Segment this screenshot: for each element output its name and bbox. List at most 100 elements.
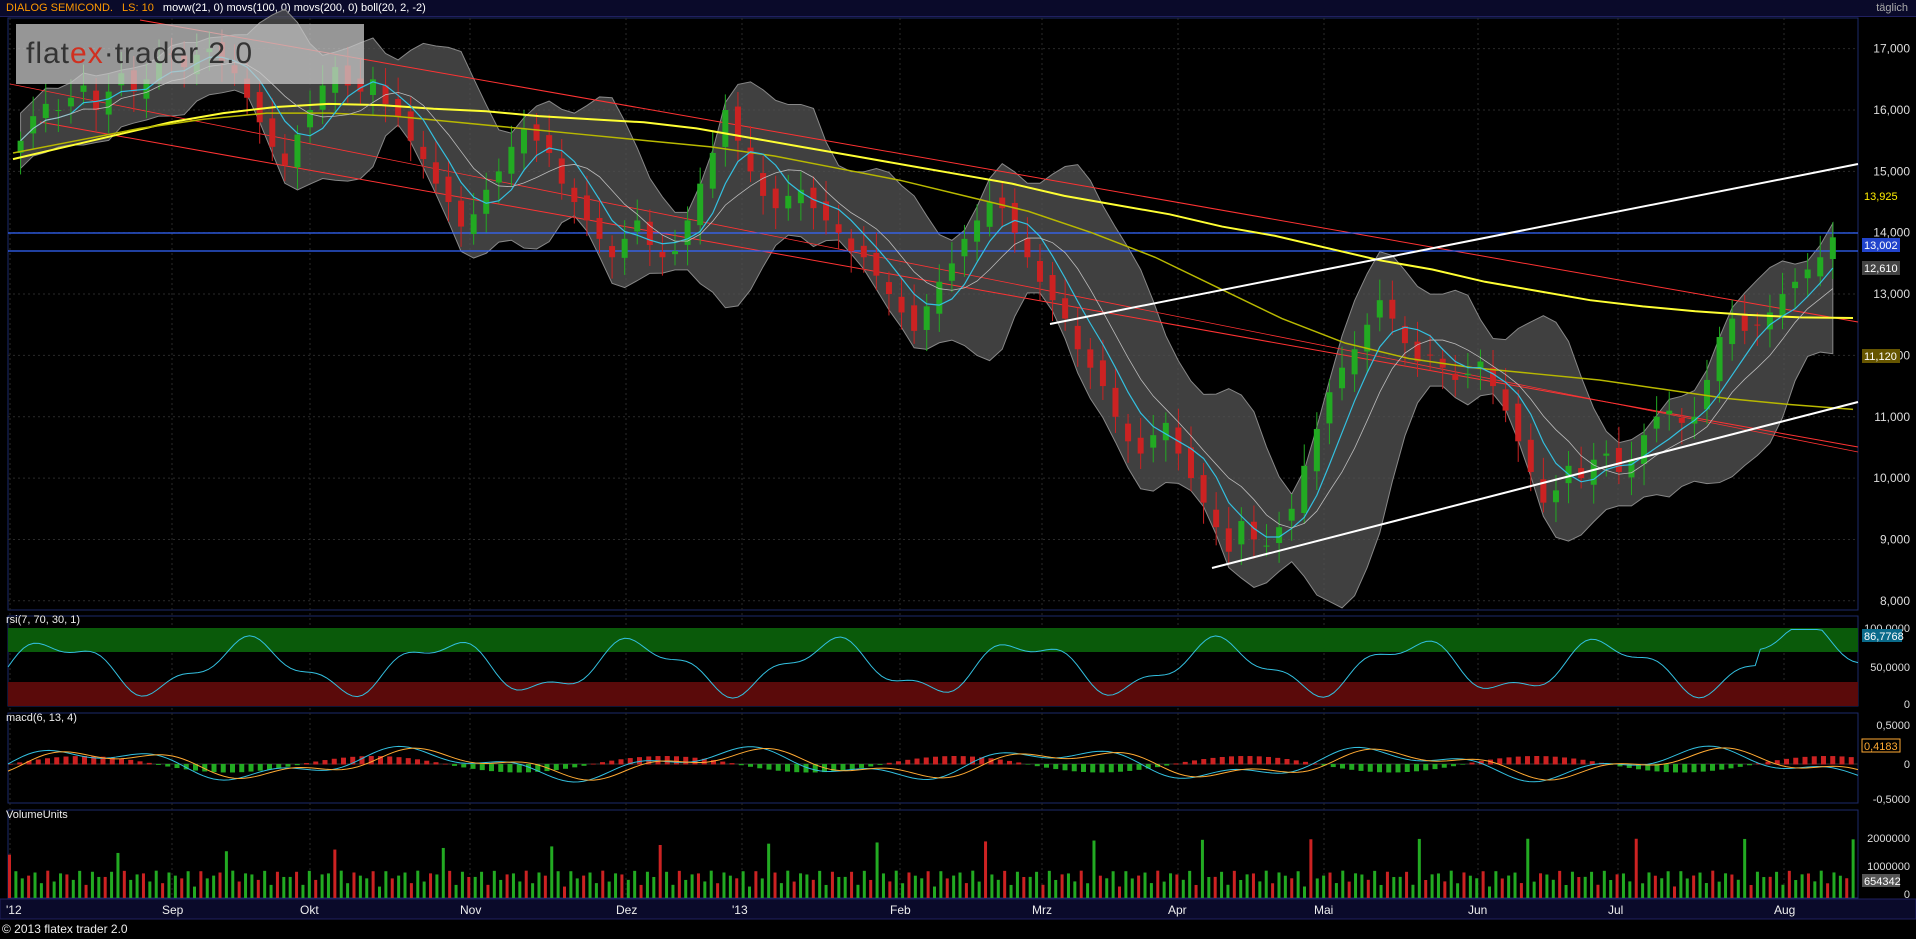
rsi-zero-tick: 0 bbox=[1904, 699, 1910, 711]
macd-hist-bar bbox=[1108, 764, 1114, 773]
volume-bar bbox=[913, 875, 917, 898]
volume-bar bbox=[1149, 883, 1153, 898]
volume-bar bbox=[1411, 884, 1415, 898]
volume-bar bbox=[275, 871, 279, 898]
macd-hist-bar bbox=[572, 764, 578, 768]
candle-body bbox=[609, 246, 616, 258]
volume-bar bbox=[1653, 875, 1657, 898]
candle-body bbox=[835, 224, 842, 233]
volume-bar bbox=[645, 871, 649, 898]
macd-hist-bar bbox=[1090, 764, 1096, 773]
volume-bar bbox=[409, 883, 413, 898]
volume-bar bbox=[1519, 883, 1523, 898]
volume-bar bbox=[1749, 885, 1753, 898]
candle-body bbox=[1641, 435, 1648, 464]
volume-bar bbox=[569, 871, 573, 898]
price-chart-svg[interactable]: '12 Sep Okt Nov Dez '13 Feb Mrz Apr Mai Jun Jul Aug 1… bbox=[0, 0, 1916, 920]
macd-hist-bar bbox=[1118, 764, 1123, 772]
macd-hist-bar bbox=[341, 757, 346, 765]
volume-bar bbox=[1398, 876, 1402, 898]
macd-hist-bar bbox=[785, 764, 790, 772]
price-tick-label: 15,000 bbox=[1873, 164, 1910, 178]
volume-bar bbox=[1360, 874, 1364, 898]
volume-bar bbox=[1596, 884, 1600, 898]
candle-body bbox=[986, 202, 993, 227]
candle-body bbox=[1074, 325, 1081, 350]
volume-bar bbox=[1539, 873, 1543, 898]
macd-hist-bar bbox=[1386, 764, 1392, 773]
volume-bar bbox=[818, 870, 822, 898]
candle-body bbox=[948, 263, 955, 281]
macd-hist-bar bbox=[729, 763, 735, 765]
macd-hist-bar bbox=[600, 762, 605, 765]
macd-hist-bar bbox=[664, 756, 670, 765]
candle-body bbox=[1829, 237, 1836, 260]
macd-hist-bar bbox=[877, 764, 883, 765]
candle-body bbox=[885, 282, 892, 295]
candle-body bbox=[634, 220, 641, 232]
candle-body bbox=[709, 152, 716, 189]
macd-hist-bar bbox=[1247, 756, 1253, 765]
volume-bar bbox=[1851, 839, 1855, 898]
volume-bar bbox=[1424, 879, 1428, 898]
volume-bar bbox=[958, 872, 962, 898]
volume-bar bbox=[1137, 875, 1141, 898]
macd-hist-bar bbox=[1469, 762, 1475, 765]
macd-hist-bar bbox=[1830, 756, 1836, 765]
volume-bar bbox=[1354, 873, 1358, 898]
candle-body bbox=[520, 128, 527, 154]
macd-hist-bar bbox=[1848, 757, 1854, 765]
volume-bar bbox=[1685, 878, 1689, 898]
macd-hist-bar bbox=[1534, 756, 1540, 765]
volume-bar bbox=[1826, 883, 1830, 898]
macd-hist-bar bbox=[1747, 764, 1752, 766]
candle-body bbox=[1326, 392, 1333, 424]
channel-mid-line bbox=[9, 83, 1859, 453]
macd-hist-bar bbox=[174, 764, 180, 769]
candle-body bbox=[470, 214, 477, 234]
volume-bar bbox=[582, 875, 586, 898]
macd-hist-bar bbox=[211, 764, 217, 773]
volume-bar bbox=[135, 874, 139, 898]
candle-body bbox=[67, 97, 74, 107]
volume-bar bbox=[690, 874, 694, 898]
volume-bar bbox=[1258, 881, 1262, 898]
macd-hist-bar bbox=[1682, 764, 1688, 773]
macd-hist-bar bbox=[368, 756, 374, 765]
macd-hist-bar bbox=[1284, 759, 1290, 765]
candle-body bbox=[1464, 373, 1471, 376]
macd-hist-bar bbox=[304, 763, 309, 765]
price-tick-label: 17,000 bbox=[1873, 42, 1910, 56]
month-tick-label: Aug bbox=[1774, 903, 1795, 917]
volume-bar bbox=[314, 879, 318, 898]
candle-body bbox=[281, 153, 288, 166]
candle-body bbox=[1502, 389, 1509, 411]
volume-bar bbox=[193, 886, 196, 898]
candle-body bbox=[1603, 453, 1610, 456]
volume-bar bbox=[167, 872, 171, 898]
macd-hist-bar bbox=[452, 764, 457, 766]
macd-hist-bar bbox=[1562, 757, 1567, 765]
price-tick-label: 11,000 bbox=[1874, 410, 1910, 424]
volume-bar bbox=[1283, 875, 1287, 898]
volume-bar bbox=[1704, 883, 1708, 898]
month-tick-label: Dez bbox=[616, 903, 637, 917]
macd-hist-bar bbox=[498, 764, 504, 772]
volume-bar bbox=[1232, 870, 1236, 898]
macd-hist-bar bbox=[1182, 761, 1188, 765]
volume-bar bbox=[8, 854, 11, 898]
volume-bar bbox=[709, 870, 713, 898]
macd-hist-bar bbox=[1358, 764, 1364, 771]
volume-bar bbox=[524, 870, 528, 898]
volume-bar bbox=[1794, 880, 1798, 898]
volume-bar bbox=[1239, 879, 1243, 898]
volume-bar bbox=[1392, 877, 1396, 898]
volume-bar bbox=[161, 883, 165, 898]
volume-bar bbox=[52, 881, 56, 898]
volume-bar bbox=[990, 874, 994, 898]
volume-bar bbox=[84, 884, 88, 898]
volume-bar bbox=[473, 876, 477, 898]
candle-body bbox=[1515, 403, 1522, 442]
volume-bar bbox=[460, 871, 464, 898]
candle-body bbox=[1150, 435, 1157, 448]
